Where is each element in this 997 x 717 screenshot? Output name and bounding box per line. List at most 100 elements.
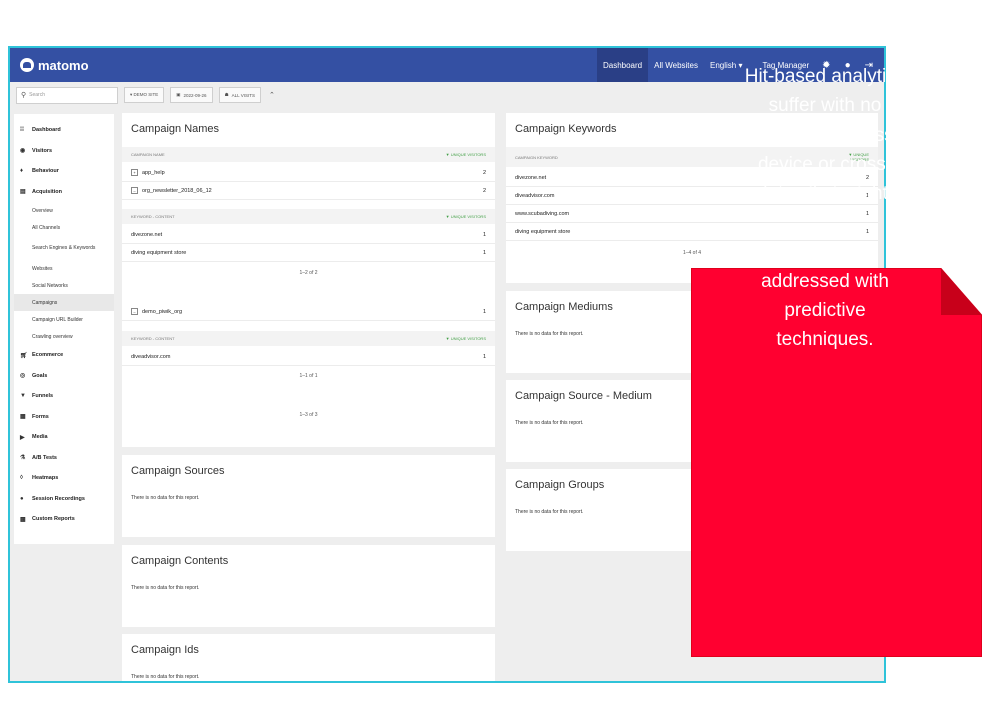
record-icon: ● (20, 495, 24, 502)
sidebar-item-label: Forms (32, 413, 49, 420)
table-row[interactable]: – demo_piwik_org 1 (122, 303, 495, 321)
callout-line: suffer with no (768, 95, 882, 117)
date-value: 2022-09-26 (183, 92, 207, 98)
column-header-unique-visitors[interactable]: ▼ UNIQUE VISITORS (446, 336, 486, 341)
no-data-message: There is no data for this report. (131, 495, 200, 501)
callout-line: data silo insight. (756, 183, 894, 205)
card-title: Campaign Groups (515, 479, 605, 491)
sidebar-item-heatmaps[interactable]: ◊ Heatmaps (14, 468, 114, 489)
row-value: 1 (482, 231, 486, 238)
sidebar-item-ab-tests[interactable]: ⚗ A/B Tests (14, 448, 114, 469)
media-icon: ▶ (20, 434, 25, 441)
sidebar-item-visitors[interactable]: ◉ Visitors (14, 141, 114, 162)
column-header-campaign-name[interactable]: CAMPAIGN NAME (131, 152, 165, 157)
sidebar-item-funnels[interactable]: ▼ Funnels (14, 386, 114, 407)
card-title: Campaign Ids (131, 644, 199, 656)
eye-icon: ◉ (20, 148, 26, 155)
row-label: diving equipment store (515, 228, 571, 235)
callout-text: Hit-based analytics suffer with no meani… (691, 62, 959, 355)
target-icon: ◎ (20, 373, 26, 380)
row-label: app_help (142, 170, 165, 176)
sidebar-sub-websites[interactable]: Websites (14, 260, 114, 277)
search-placeholder: Search (29, 92, 45, 98)
sidebar-item-label: Custom Reports (32, 516, 75, 523)
campaign-names-card: Campaign Names CAMPAIGN NAME ▼ UNIQUE VI… (122, 113, 495, 447)
row-value: 1 (482, 308, 486, 315)
sidebar: ⁞⁞ Dashboard ◉ Visitors ♦ Behaviour ▤ Acquis… (14, 114, 114, 544)
segment-selector[interactable]: ☗ ALL VISITS (218, 87, 261, 103)
sidebar-sub-crawling-overview[interactable]: Crawling overview (14, 328, 114, 345)
callout-line: Hit-based analytics (744, 66, 906, 87)
card-title: Campaign Mediums (515, 301, 613, 313)
sidebar-item-ecommerce[interactable]: 🛒︎ Ecommerce (14, 345, 114, 366)
subtable-header: KEYWORD - CONTENT ▼ UNIQUE VISITORS (122, 209, 495, 224)
site-selector[interactable]: ▾ DEMO SITE (124, 87, 165, 103)
sidebar-item-custom-reports[interactable]: ▩ Custom Reports (14, 509, 114, 530)
sidebar-item-label: Acquisition (32, 188, 62, 195)
sidebar-sub-campaigns[interactable]: Campaigns (14, 294, 114, 311)
callout-line: This can be (775, 241, 875, 263)
sidebar-item-acquisition[interactable]: ▤ Acquisition (14, 182, 114, 203)
date-selector[interactable]: ▣ 2022-09-26 (170, 87, 213, 103)
sidebar-item-session-recordings[interactable]: ● Session Recordings (14, 489, 114, 510)
report-icon: ▩ (20, 516, 26, 523)
search-input[interactable]: ⚲ Search (16, 86, 118, 104)
nav-dashboard[interactable]: Dashboard (596, 48, 649, 82)
sidebar-item-behaviour[interactable]: ♦ Behaviour (14, 161, 114, 182)
expand-icon[interactable]: + (131, 169, 138, 176)
sidebar-sub-all-channels[interactable]: All Channels (14, 219, 114, 236)
sidebar-item-dashboard[interactable]: ⁞⁞ Dashboard (14, 120, 114, 141)
search-icon: ⚲ (21, 92, 27, 99)
collapse-icon[interactable]: – (131, 187, 138, 194)
sidebar-item-forms[interactable]: ▦ Forms (14, 407, 114, 428)
no-data-message: There is no data for this report. (515, 420, 584, 426)
column-header-unique-visitors[interactable]: ▼ UNIQUE VISITORS (446, 214, 486, 219)
row-label: diving equipment store (131, 249, 187, 256)
pagination: 1–3 of 3 (299, 412, 318, 418)
sidebar-sub-search-engines[interactable]: Search Engines & Keywords (14, 236, 114, 260)
column-header-keyword-content[interactable]: KEYWORD - CONTENT (131, 336, 175, 341)
pagination: 1–2 of 2 (299, 270, 318, 276)
row-label: diveadvisor.com (515, 192, 555, 199)
flask-icon: ⚗ (20, 455, 26, 462)
chevron-up-icon[interactable]: ⌃ (269, 91, 275, 99)
sidebar-sub-social-networks[interactable]: Social Networks (14, 277, 114, 294)
campaign-ids-card: Campaign Ids There is no data for this r… (122, 634, 495, 681)
sidebar-sub-overview[interactable]: Overview (14, 202, 114, 219)
matomo-logo[interactable]: matomo (20, 58, 89, 73)
campaign-sources-card: Campaign Sources There is no data for th… (122, 455, 495, 537)
sidebar-item-label: Behaviour (32, 168, 59, 175)
sidebar-item-label: A/B Tests (32, 454, 57, 461)
form-icon: ▦ (20, 414, 26, 421)
card-title: Campaign Contents (131, 555, 229, 567)
column-header-unique-visitors[interactable]: ▼ UNIQUE VISITORS (446, 152, 486, 157)
sidebar-item-label: Media (32, 434, 48, 441)
column-header-keyword-content[interactable]: KEYWORD - CONTENT (131, 214, 175, 219)
row-label: www.scubadiving.com (515, 210, 570, 217)
card-title: Campaign Sources (131, 465, 225, 477)
table-row[interactable]: diving equipment store 1 (122, 244, 495, 262)
grid-icon: ⁞⁞ (20, 127, 24, 134)
table-row[interactable]: divezone.net 1 (122, 226, 495, 244)
card-title: Campaign Source - Medium (515, 390, 652, 402)
sidebar-item-label: Session Recordings (32, 495, 85, 502)
segment-value: ALL VISITS (231, 92, 255, 98)
sidebar-item-media[interactable]: ▶ Media (14, 427, 114, 448)
segment-icon: ☗ (224, 92, 229, 97)
table-row[interactable]: diveadvisor.com 1 (122, 348, 495, 366)
row-label: demo_piwik_org (142, 309, 183, 315)
table-row[interactable]: + app_help 2 (122, 164, 495, 182)
row-value: 2 (482, 187, 486, 194)
sidebar-item-goals[interactable]: ◎ Goals (14, 366, 114, 387)
sidebar-item-label: Dashboard (32, 127, 61, 134)
row-label: divezone.net (515, 174, 547, 181)
campaign-contents-card: Campaign Contents There is no data for t… (122, 545, 495, 627)
collapse-icon[interactable]: – (131, 308, 138, 315)
sidebar-sub-campaign-url-builder[interactable]: Campaign URL Builder (14, 311, 114, 328)
column-header-campaign-keyword[interactable]: CAMPAIGN KEYWORD (515, 155, 558, 160)
sidebar-item-label: Ecommerce (32, 352, 64, 359)
no-data-message: There is no data for this report. (131, 674, 200, 680)
calendar-icon: ▣ (176, 92, 181, 97)
row-value: 1 (482, 249, 486, 256)
table-row[interactable]: – org_newsletter_2018_06_12 2 (122, 182, 495, 200)
